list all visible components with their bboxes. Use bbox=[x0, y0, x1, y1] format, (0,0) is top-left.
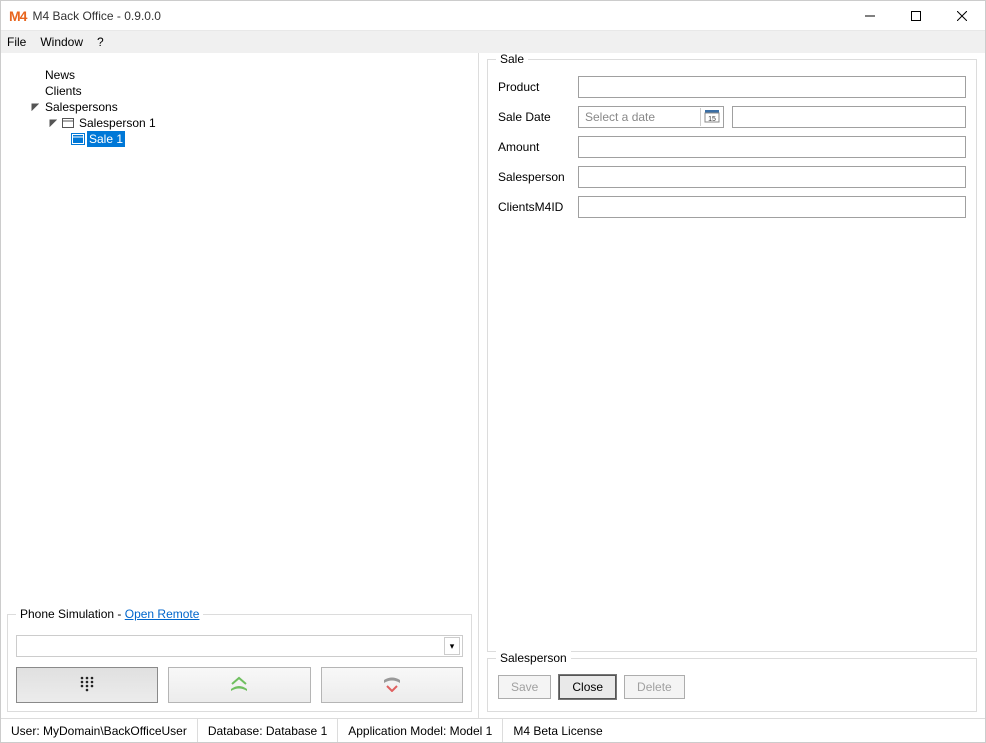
salesperson-field-row: Salesperson bbox=[498, 166, 966, 188]
status-user: User: MyDomain\BackOfficeUser bbox=[1, 719, 198, 742]
minimize-button[interactable] bbox=[847, 1, 893, 31]
delete-button[interactable]: Delete bbox=[624, 675, 685, 699]
hangup-button[interactable] bbox=[321, 667, 463, 703]
phone-group-legend: Phone Simulation - Open Remote bbox=[16, 607, 203, 621]
spacer-icon bbox=[29, 69, 41, 81]
sale-group-legend: Sale bbox=[496, 53, 528, 66]
salesperson-field-label: Salesperson bbox=[498, 170, 578, 184]
dialpad-button[interactable] bbox=[16, 667, 158, 703]
product-label: Product bbox=[498, 80, 578, 94]
title-bar: M4 M4 Back Office - 0.9.0.0 bbox=[1, 1, 985, 31]
tree-item-sale-1[interactable]: Sale 1 bbox=[11, 131, 468, 147]
tree-item-clients[interactable]: Clients bbox=[11, 83, 468, 99]
tree-label: Clients bbox=[43, 83, 84, 99]
dropdown-icon[interactable]: ▾ bbox=[444, 637, 460, 655]
dialpad-icon bbox=[79, 676, 95, 695]
saledate-row: Sale Date Select a date 15 bbox=[498, 106, 966, 128]
tree-label: News bbox=[43, 67, 77, 83]
salesperson-input[interactable] bbox=[578, 166, 966, 188]
phone-number-combobox[interactable]: ▾ bbox=[16, 635, 463, 657]
clients-label: ClientsM4ID bbox=[498, 200, 578, 214]
menu-bar: File Window ? bbox=[1, 31, 985, 53]
menu-file[interactable]: File bbox=[7, 35, 26, 49]
tree-label: Salespersons bbox=[43, 99, 120, 115]
status-license: M4 Beta License bbox=[503, 719, 612, 742]
hangup-icon bbox=[381, 676, 403, 695]
calendar-icon: 15 bbox=[704, 109, 720, 126]
left-pane: News Clients Salespersons Salesperson bbox=[1, 53, 479, 718]
tree-label: Sale 1 bbox=[87, 131, 125, 147]
phone-group-label: Phone Simulation - bbox=[20, 607, 125, 621]
amount-row: Amount bbox=[498, 136, 966, 158]
svg-text:15: 15 bbox=[708, 116, 716, 123]
window-title: M4 Back Office - 0.9.0.0 bbox=[32, 9, 161, 23]
product-input[interactable] bbox=[578, 76, 966, 98]
clients-row: ClientsM4ID bbox=[498, 196, 966, 218]
menu-window[interactable]: Window bbox=[40, 35, 83, 49]
tree-item-salespersons[interactable]: Salespersons bbox=[11, 99, 468, 115]
expander-open-icon[interactable] bbox=[47, 117, 59, 129]
spacer-icon bbox=[29, 85, 41, 97]
datepicker-placeholder: Select a date bbox=[585, 110, 655, 124]
phone-simulation-group: Phone Simulation - Open Remote ▾ bbox=[7, 614, 472, 712]
sale-form-group: Sale Product Sale Date Select a date bbox=[487, 59, 977, 652]
app-logo: M4 bbox=[9, 8, 26, 24]
status-bar: User: MyDomain\BackOfficeUser Database: … bbox=[1, 718, 985, 742]
open-remote-link[interactable]: Open Remote bbox=[125, 607, 200, 621]
close-button[interactable]: Close bbox=[559, 675, 616, 699]
content-area: News Clients Salespersons Salesperson bbox=[1, 53, 985, 718]
tree-item-news[interactable]: News bbox=[11, 67, 468, 83]
salesperson-actions-group: Salesperson Save Close Delete bbox=[487, 658, 977, 712]
window-icon bbox=[61, 117, 75, 129]
saletime-input[interactable] bbox=[732, 106, 966, 128]
status-model: Application Model: Model 1 bbox=[338, 719, 503, 742]
right-pane: Sale Product Sale Date Select a date bbox=[479, 53, 985, 718]
product-row: Product bbox=[498, 76, 966, 98]
call-button[interactable] bbox=[168, 667, 310, 703]
expander-open-icon[interactable] bbox=[29, 101, 41, 113]
call-icon bbox=[228, 676, 250, 695]
close-window-button[interactable] bbox=[939, 1, 985, 31]
tree-item-salesperson-1[interactable]: Salesperson 1 bbox=[11, 115, 468, 131]
save-button[interactable]: Save bbox=[498, 675, 551, 699]
saledate-datepicker[interactable]: Select a date 15 bbox=[578, 106, 724, 128]
calendar-button[interactable]: 15 bbox=[700, 108, 722, 126]
saledate-label: Sale Date bbox=[498, 110, 578, 124]
navigation-tree[interactable]: News Clients Salespersons Salesperson bbox=[7, 59, 472, 614]
amount-input[interactable] bbox=[578, 136, 966, 158]
maximize-button[interactable] bbox=[893, 1, 939, 31]
window-icon bbox=[71, 133, 85, 145]
amount-label: Amount bbox=[498, 140, 578, 154]
salesperson-group-legend: Salesperson bbox=[496, 651, 571, 665]
menu-help[interactable]: ? bbox=[97, 35, 104, 49]
tree-label: Salesperson 1 bbox=[77, 115, 158, 131]
status-database: Database: Database 1 bbox=[198, 719, 338, 742]
clients-input[interactable] bbox=[578, 196, 966, 218]
